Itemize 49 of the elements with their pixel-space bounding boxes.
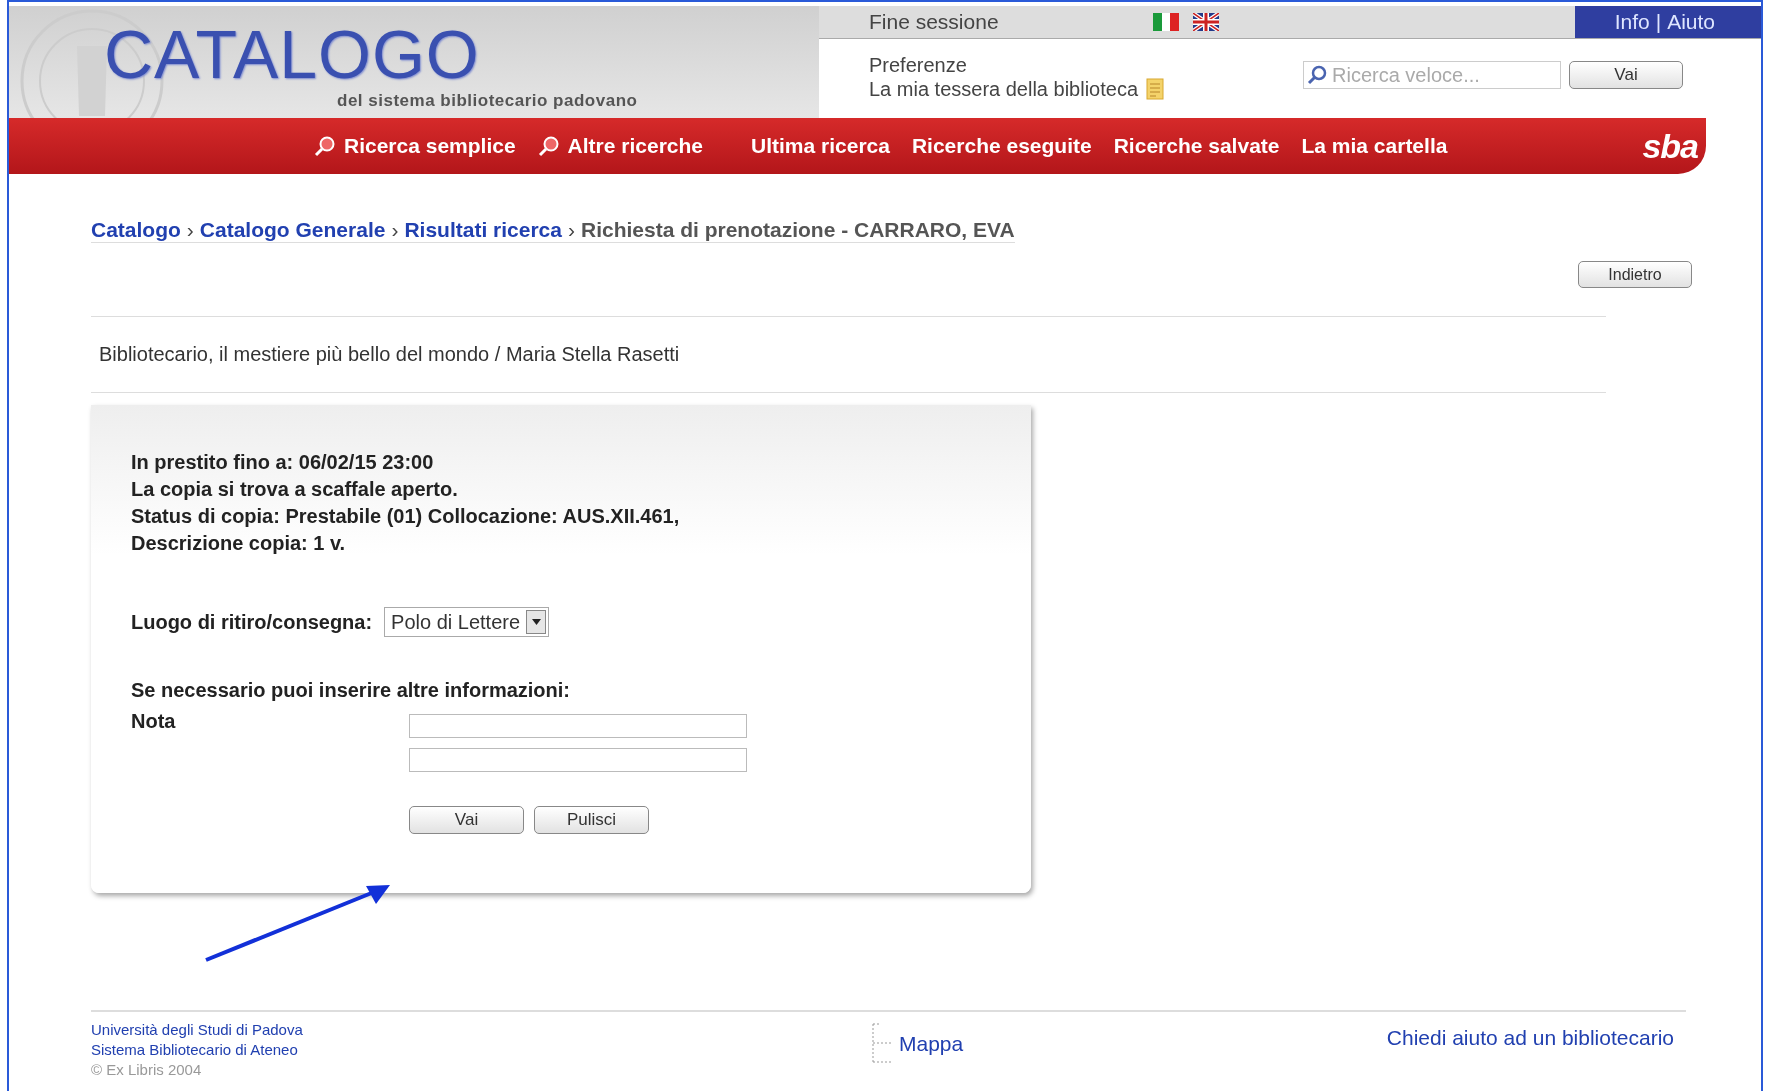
breadcrumb-separator: › bbox=[568, 218, 575, 242]
breadcrumb-link[interactable]: Risultati ricerca bbox=[404, 218, 562, 242]
copy-info-text: Status di copia: Prestabile (01) Collocazione: AUS.XII.461, bbox=[131, 504, 681, 529]
logout-link[interactable]: Fine sessione bbox=[869, 10, 999, 34]
caret-icon bbox=[531, 619, 541, 625]
sitemap-icon bbox=[871, 1022, 893, 1064]
uk-flag-icon[interactable] bbox=[1192, 13, 1219, 31]
quick-search-field[interactable]: Ricerca veloce... bbox=[1303, 61, 1561, 89]
logo-title: CATALOGO bbox=[104, 20, 480, 88]
search-icon bbox=[1306, 65, 1328, 85]
italian-flag-icon[interactable] bbox=[1152, 13, 1179, 31]
breadcrumb-separator: › bbox=[391, 218, 399, 242]
breadcrumb-separator: › bbox=[186, 218, 194, 242]
pickup-dropdown[interactable]: Polo di Lettere bbox=[384, 607, 550, 637]
nav-link[interactable]: La mia cartella bbox=[1301, 134, 1448, 158]
go-button[interactable]: Vai bbox=[1569, 61, 1683, 89]
copyright-text: © Ex Libris 2004 bbox=[91, 1060, 202, 1080]
nav-link[interactable]: Ricerche eseguite bbox=[911, 134, 1092, 158]
library-system-link[interactable]: Sistema Bibliotecario di Ateneo bbox=[91, 1040, 298, 1060]
submit-button[interactable]: Vai bbox=[409, 806, 524, 834]
record-title: Bibliotecario, il mestiere più bello del mondo / Maria Stella Rasetti bbox=[91, 316, 1606, 393]
card-icon bbox=[1146, 78, 1165, 100]
breadcrumb-link[interactable]: Catalogo bbox=[91, 218, 181, 242]
library-card-link[interactable]: La mia tessera della biblioteca bbox=[869, 77, 1139, 101]
copy-info-text: La copia si trova a scaffale aperto. bbox=[131, 477, 459, 502]
nav-link[interactable]: Ultima ricerca bbox=[751, 134, 890, 158]
note-field[interactable] bbox=[409, 748, 747, 772]
clear-button[interactable]: Pulisci bbox=[534, 806, 649, 834]
nav-link[interactable]: Ricerche salvate bbox=[1113, 134, 1280, 158]
copy-info-text: In prestito fino a: 06/02/15 23:00 bbox=[131, 450, 435, 475]
back-button[interactable]: Indietro bbox=[1578, 261, 1692, 288]
help-link[interactable]: Aiuto bbox=[1667, 10, 1715, 34]
note-field[interactable] bbox=[409, 714, 747, 738]
university-link[interactable]: Università degli Studi di Padova bbox=[91, 1020, 303, 1040]
breadcrumb-link[interactable]: Catalogo Generale bbox=[199, 218, 386, 242]
nav-link[interactable]: Ricerca semplice bbox=[314, 134, 516, 158]
copy-info-text: Descrizione copia: 1 v. bbox=[131, 531, 347, 556]
note-label: Nota bbox=[131, 710, 177, 734]
extra-info-label: Se necessario puoi inserire altre informazioni: bbox=[131, 679, 572, 702]
info-link[interactable]: Info bbox=[1614, 10, 1650, 34]
logo-subtitle: del sistema bibliotecario padovano bbox=[337, 91, 638, 111]
ask-librarian-link[interactable]: Chiedi aiuto ad un bibliotecario bbox=[1386, 1026, 1674, 1080]
breadcrumb-current: Richiesta di prenotazione - CARRARO, EVA bbox=[581, 218, 1015, 242]
preferences-link[interactable]: Preferenze bbox=[869, 53, 1165, 77]
sitemap-link[interactable]: Mappa bbox=[899, 1032, 964, 1056]
pickup-label: Luogo di ritiro/consegna: bbox=[131, 610, 373, 634]
nav-link[interactable]: Altre ricerche bbox=[537, 134, 703, 158]
separator-text: | bbox=[1655, 10, 1662, 34]
sba-logo: sba bbox=[1642, 126, 1698, 166]
